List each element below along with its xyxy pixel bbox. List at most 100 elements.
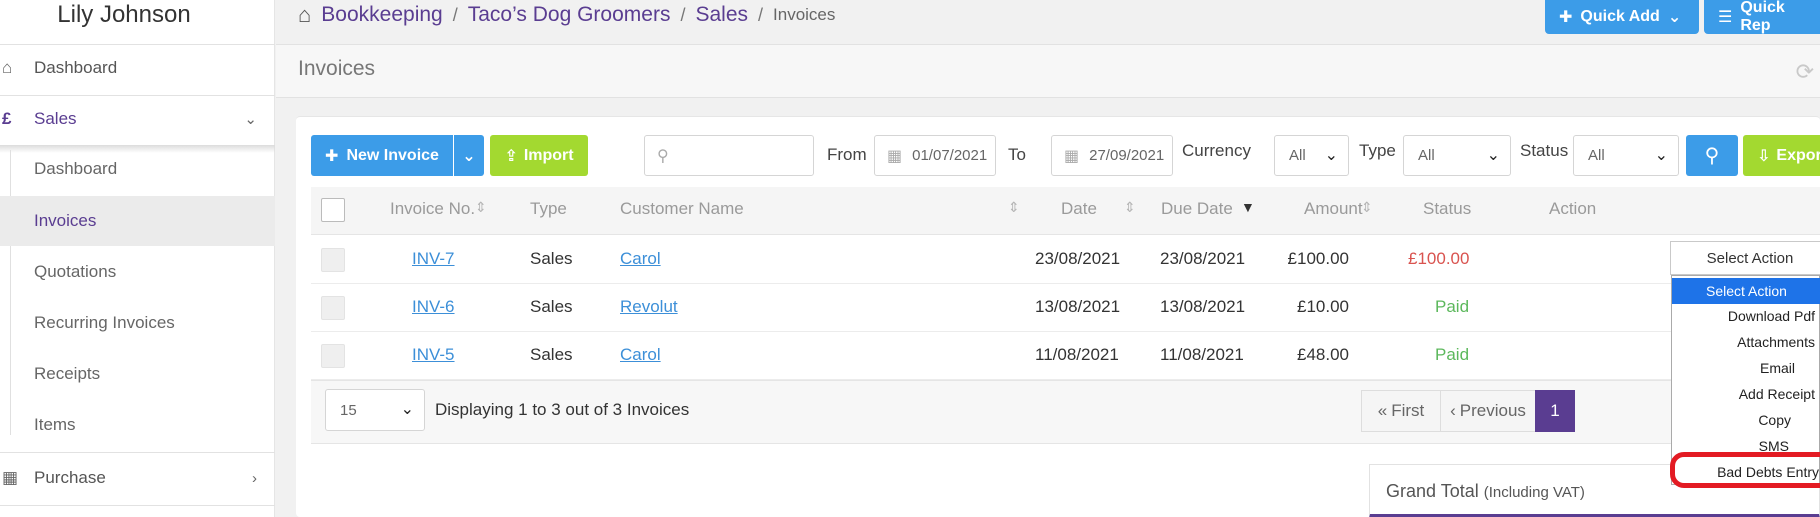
breadcrumb-company[interactable]: Taco’s Dog Groomers: [468, 3, 671, 27]
row-checkbox[interactable]: [321, 344, 345, 368]
first-page-button[interactable]: « First: [1361, 390, 1441, 432]
page-header: Invoices ⟳: [276, 44, 1820, 98]
sidebar-subitem-invoices[interactable]: Invoices: [0, 196, 275, 246]
search-icon: ⚲: [1704, 145, 1720, 167]
sidebar-subitem-recurring-invoices[interactable]: Recurring Invoices: [0, 298, 275, 348]
breadcrumb-bookkeeping[interactable]: Bookkeeping: [321, 3, 442, 27]
new-invoice-button[interactable]: ✚ New Invoice: [311, 135, 453, 176]
invoice-date: 11/08/2021: [1035, 345, 1119, 364]
action-option-download-pdf[interactable]: Download Pdf: [1672, 303, 1820, 329]
chevron-down-icon: ⌄: [1324, 147, 1338, 164]
breadcrumb-separator: /: [680, 4, 686, 25]
sort-desc-icon[interactable]: ▼: [1241, 199, 1255, 215]
to-date-value: 27/09/2021: [1089, 147, 1165, 164]
status-select[interactable]: All ⌄: [1573, 135, 1679, 176]
invoice-amount: £48.00: [1297, 345, 1349, 364]
sidebar-subitem-items[interactable]: Items: [0, 400, 275, 450]
chevron-left-icon: ‹: [1450, 401, 1456, 420]
import-button[interactable]: ⇪ Import: [490, 135, 588, 176]
new-invoice-dropdown-button[interactable]: ⌄: [454, 135, 484, 176]
action-option-email[interactable]: Email: [1672, 355, 1820, 381]
refresh-icon[interactable]: ⟳: [1796, 59, 1814, 85]
first-page-label: First: [1391, 401, 1425, 420]
column-amount[interactable]: Amount: [1304, 199, 1363, 219]
invoice-type: Sales: [530, 297, 573, 316]
action-option-add-receipt[interactable]: Add Receipt: [1672, 381, 1820, 407]
search-icon: ⚲: [657, 147, 669, 165]
sidebar-subitem-quotations[interactable]: Quotations: [0, 247, 275, 297]
page-number-button[interactable]: 1: [1535, 390, 1575, 432]
sidebar-item-purchase[interactable]: ▦ Purchase ›: [0, 462, 275, 494]
sidebar-item-label: Recurring Invoices: [34, 313, 175, 332]
to-date-input[interactable]: ▦ 27/09/2021: [1051, 135, 1173, 176]
from-date-input[interactable]: ▦ 01/07/2021: [874, 135, 996, 176]
action-option-copy[interactable]: Copy: [1672, 407, 1820, 433]
download-icon: ⇩: [1757, 147, 1771, 165]
plus-icon: ✚: [325, 147, 339, 165]
sort-icon[interactable]: ⇕: [1124, 199, 1136, 216]
quick-add-button[interactable]: ✚ Quick Add ⌄: [1545, 0, 1699, 34]
qr-grid-icon: ▦: [2, 468, 19, 487]
chevron-down-icon: ⌄: [1486, 147, 1500, 164]
invoice-due-date: 11/08/2021: [1160, 345, 1244, 364]
search-input[interactable]: ⚲: [644, 135, 814, 176]
customer-link[interactable]: Carol: [620, 345, 661, 365]
export-button[interactable]: ⇩ Export: [1743, 135, 1820, 176]
column-date[interactable]: Date: [1061, 199, 1097, 219]
sidebar-item-label: Dashboard: [34, 159, 118, 178]
invoice-status: Paid: [1435, 297, 1470, 316]
chevron-down-icon: ⌄: [244, 111, 257, 128]
sidebar-subitem-receipts[interactable]: Receipts: [0, 349, 275, 399]
sidebar-subitem-dashboard[interactable]: Dashboard: [0, 144, 275, 194]
sort-icon[interactable]: ⇕: [1361, 199, 1373, 216]
select-all-checkbox[interactable]: [321, 198, 345, 222]
sidebar-item-label: Receipts: [34, 364, 101, 383]
sort-icon[interactable]: ⇕: [475, 199, 487, 216]
from-date-value: 01/07/2021: [912, 147, 988, 164]
breadcrumb-sales[interactable]: Sales: [695, 3, 748, 27]
column-due-date[interactable]: Due Date: [1161, 199, 1233, 219]
previous-page-button[interactable]: ‹ Previous: [1440, 390, 1536, 432]
column-type[interactable]: Type: [530, 199, 567, 219]
table-header: Invoice No. ⇕ Type Customer Name ⇕ Date …: [311, 187, 1820, 235]
top-bar: ⌂ Bookkeeping / Taco’s Dog Groomers / Sa…: [276, 0, 1820, 44]
customer-link[interactable]: Revolut: [620, 297, 678, 317]
invoice-number-link[interactable]: INV-6: [412, 297, 455, 317]
invoice-due-date: 23/08/2021: [1160, 249, 1246, 268]
customer-link[interactable]: Carol: [620, 249, 661, 269]
page-size-select[interactable]: 15 ⌄: [325, 389, 425, 431]
row-checkbox[interactable]: [321, 296, 345, 320]
quick-report-button[interactable]: ☰ Quick Rep: [1704, 0, 1820, 34]
export-label: Export: [1776, 146, 1820, 164]
column-invoice-no[interactable]: Invoice No.: [390, 199, 475, 219]
grand-total-label: Grand Total: [1386, 481, 1479, 501]
action-option-select-action[interactable]: Select Action: [1672, 278, 1820, 304]
invoice-date: 23/08/2021: [1035, 249, 1121, 268]
sidebar-divider: [0, 95, 275, 96]
row-checkbox[interactable]: [321, 248, 345, 272]
table-row: INV-7 Sales Carol 23/08/2021 23/08/2021 …: [311, 236, 1820, 284]
double-chevron-left-icon: «: [1377, 401, 1388, 420]
type-select[interactable]: All ⌄: [1403, 135, 1511, 176]
sidebar-item-label: Invoices: [34, 211, 97, 230]
status-value: All: [1588, 147, 1605, 164]
invoice-type: Sales: [530, 249, 573, 268]
sidebar-item-sales[interactable]: £ Sales ⌄: [0, 103, 275, 135]
calendar-icon: ▦: [887, 147, 903, 165]
quick-report-label: Quick Rep: [1740, 0, 1785, 34]
type-label: Type: [1359, 141, 1396, 160]
currency-select[interactable]: All ⌄: [1274, 135, 1349, 176]
sort-icon[interactable]: ⇕: [1008, 199, 1020, 216]
sidebar-item-dashboard[interactable]: ⌂ Dashboard: [0, 52, 275, 84]
page-title: Invoices: [298, 57, 376, 80]
search-button[interactable]: ⚲: [1686, 135, 1738, 176]
plus-icon: ✚: [1559, 9, 1573, 26]
invoice-number-link[interactable]: INV-5: [412, 345, 455, 365]
invoice-number-link[interactable]: INV-7: [412, 249, 455, 269]
new-invoice-label: New Invoice: [346, 146, 439, 164]
action-select[interactable]: Select Action: [1670, 241, 1820, 275]
sidebar-item-label: Purchase: [34, 468, 106, 487]
home-icon[interactable]: ⌂: [298, 2, 311, 28]
action-option-attachments[interactable]: Attachments: [1672, 329, 1820, 355]
column-customer-name[interactable]: Customer Name: [620, 199, 744, 219]
